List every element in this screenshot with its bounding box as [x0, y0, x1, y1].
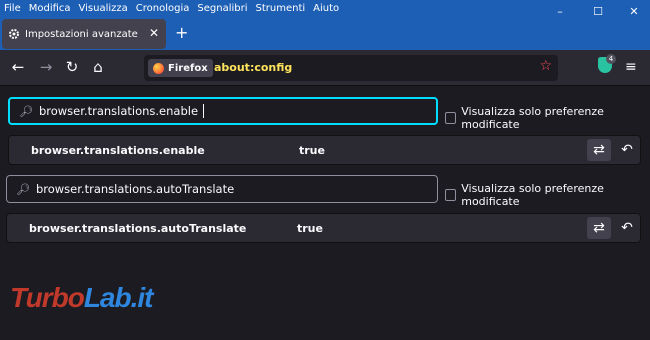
tab-impostazioni-avanzate[interactable]: Impostazioni avanzate ✕: [2, 19, 166, 49]
identity-box[interactable]: Firefox: [148, 59, 213, 77]
menu-cronologia[interactable]: Cronologia: [136, 3, 190, 14]
search-input[interactable]: 🔎︎ browser.translations.enable: [8, 97, 438, 125]
checkbox-box[interactable]: [445, 112, 457, 124]
maximize-button[interactable]: ☐: [580, 0, 616, 22]
pref-name: browser.translations.enable: [31, 144, 205, 157]
search-value: browser.translations.enable: [38, 104, 199, 118]
pref-name: browser.translations.autoTranslate: [29, 222, 247, 235]
watermark-turbo: Turbo: [10, 282, 85, 313]
menu-strumenti[interactable]: Strumenti: [256, 3, 306, 14]
pref-row: browser.translations.enable true ⇄ ↶: [8, 135, 641, 165]
close-tab-icon[interactable]: ✕: [149, 26, 159, 40]
checkbox-label: Visualizza solo preferenze modificate: [461, 182, 604, 208]
checkbox-box[interactable]: [445, 189, 457, 201]
hamburger-menu-icon[interactable]: ≡: [625, 59, 637, 75]
reload-button[interactable]: ↻: [62, 58, 82, 76]
firefox-logo-icon: [153, 62, 164, 74]
search-value: browser.translations.autoTranslate: [35, 182, 235, 196]
menu-visualizza[interactable]: Visualizza: [79, 3, 128, 14]
search-icon: 🔎︎: [16, 182, 30, 196]
text-caret: [203, 104, 205, 118]
menu-file[interactable]: File: [4, 3, 21, 14]
url-bar[interactable]: Firefox about:config ☆: [144, 55, 558, 81]
identity-label: Firefox: [168, 62, 208, 74]
close-window-button[interactable]: ✕: [616, 0, 650, 22]
search-icon: 🔎︎: [19, 104, 33, 118]
url-text[interactable]: about:config: [214, 61, 292, 74]
checkbox-label: Visualizza solo preferenze modificate: [461, 105, 604, 131]
menu-segnalibri[interactable]: Segnalibri: [197, 3, 247, 14]
minimize-button[interactable]: –: [542, 0, 578, 22]
pref-value: true: [297, 222, 323, 235]
menu-aiuto[interactable]: Aiuto: [313, 3, 339, 14]
pref-row: browser.translations.autoTranslate true …: [6, 213, 641, 243]
gear-icon: [9, 29, 19, 39]
reset-button[interactable]: ↶: [615, 139, 639, 161]
tab-strip: – ☐ ✕ Impostazioni avanzate ✕ +: [0, 5, 650, 50]
toggle-button[interactable]: ⇄: [587, 139, 611, 161]
nav-bar: ← → ↻ ⌂ Firefox about:config ☆ 4 ≡: [0, 50, 650, 86]
back-button[interactable]: ←: [8, 58, 28, 76]
turbolab-watermark: TurboLab.it: [10, 282, 154, 314]
new-tab-button[interactable]: +: [175, 23, 188, 42]
tab-title: Impostazioni avanzate: [25, 28, 138, 40]
menu-modifica[interactable]: Modifica: [29, 3, 71, 14]
home-button[interactable]: ⌂: [88, 58, 108, 76]
bookmark-star-icon[interactable]: ☆: [539, 58, 552, 74]
reset-button[interactable]: ↶: [615, 217, 639, 239]
toggle-button[interactable]: ⇄: [587, 217, 611, 239]
pref-value: true: [299, 144, 325, 157]
forward-button[interactable]: →: [36, 58, 56, 76]
modified-only-checkbox[interactable]: Visualizza solo preferenze modificate: [445, 182, 650, 208]
extension-badge: 4: [606, 54, 616, 64]
search-input[interactable]: 🔎︎ browser.translations.autoTranslate: [6, 175, 438, 203]
watermark-lab: Lab.it: [83, 282, 154, 313]
modified-only-checkbox[interactable]: Visualizza solo preferenze modificate: [445, 105, 650, 131]
